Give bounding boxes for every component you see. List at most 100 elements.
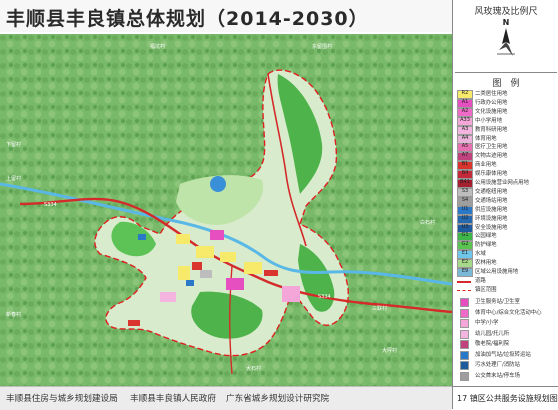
facility-symbol-icon xyxy=(460,308,469,318)
road-label-s334-east: S334 xyxy=(318,294,331,300)
legend-code: A2 xyxy=(461,107,469,114)
legend-label: 交通场站用地 xyxy=(475,197,508,204)
legend-code: U2 xyxy=(461,214,469,221)
legend-swatch: G2 xyxy=(457,241,473,251)
legend-label: 环境设施用地 xyxy=(475,215,508,222)
road-label-s334-west: S334 xyxy=(44,202,57,208)
legend-label: 文物古迹用地 xyxy=(475,153,508,160)
block-utility-2 xyxy=(138,234,146,240)
map-sheet: 丰顺县丰良镇总体规划（2014-2030） S334 S334 福坑村 东留围村… xyxy=(0,0,558,410)
legend-swatch xyxy=(457,280,471,283)
legend-label: 区域公用设施用地 xyxy=(475,269,519,275)
footer-bar: 丰顺县住房与城乡规划建设局 丰顺县丰良镇人民政府 广东省城乡规划设计研究院 xyxy=(0,386,452,410)
legend-swatch: B41 xyxy=(457,179,473,188)
block-utility-1 xyxy=(186,280,194,286)
legend-label: 安全设施用地 xyxy=(475,224,508,231)
legend-swatch: E2 xyxy=(457,259,473,269)
block-admin-2 xyxy=(226,278,244,290)
facility-legend-label: 中学/小学 xyxy=(475,320,499,326)
block-residential-3 xyxy=(220,252,236,262)
facility-legend-label: 公交首末站/停车场 xyxy=(475,372,520,379)
legend-swatch: G1 xyxy=(457,232,473,242)
sheet-caption-box: 17 镇区公共服务设施规划图 xyxy=(453,386,558,410)
legend-code: G1 xyxy=(461,232,469,239)
village-label-9: 三联村 xyxy=(372,305,387,312)
legend-label: 供应设施用地 xyxy=(475,206,508,213)
water-pond xyxy=(210,176,226,192)
block-education-2 xyxy=(160,292,176,302)
legend-panel: 风玫瑰及比例尺 N 图 例 R2 二类居住用地 A1 行政办公用地 A2 文化设施用地 A3… xyxy=(452,0,558,409)
legend-swatch: S4 xyxy=(457,196,473,206)
facility-symbol-icon xyxy=(460,298,469,307)
legend-label: 交通枢纽用地 xyxy=(475,188,508,195)
legend-code: B4 xyxy=(461,170,469,177)
footer-org-3: 广东省城乡规划设计研究院 xyxy=(226,394,330,404)
legend-swatch xyxy=(457,289,471,291)
legend-code: R2 xyxy=(461,90,469,96)
legend-code: E9 xyxy=(461,268,469,274)
legend-code: A33 xyxy=(460,116,470,123)
planning-map[interactable]: S334 S334 福坑村 东留围村 下留村 上留村 新春村 大坪村 白石村 大… xyxy=(0,34,452,386)
village-label-5: 新春村 xyxy=(6,311,21,318)
block-commercial-1 xyxy=(192,262,202,270)
legend-label: 文化设施用地 xyxy=(475,108,508,115)
facility-legend-label: 加油加气站/垃圾转运站 xyxy=(475,351,531,358)
block-transport-1 xyxy=(200,270,212,278)
legend-swatch: R2 xyxy=(457,90,473,99)
north-arrow-icon: N xyxy=(497,18,515,56)
legend-swatch: S3 xyxy=(457,187,473,197)
legend-label: 公园绿地 xyxy=(475,233,497,240)
village-label-1: 福坑村 xyxy=(150,43,165,50)
facility-legend-label: 卫生服务站/卫生室 xyxy=(475,299,520,305)
north-letter: N xyxy=(503,18,510,27)
legend-label: 医疗卫生用地 xyxy=(475,144,508,151)
facility-symbol-icon xyxy=(460,319,469,328)
legend-swatch: A33 xyxy=(457,116,473,126)
legend-code: A1 xyxy=(461,98,469,105)
legend-label: 娱乐康体用地 xyxy=(475,171,508,178)
legend-label: 中小学用地 xyxy=(475,117,502,124)
legend-code: S3 xyxy=(461,187,469,194)
legend-code: G2 xyxy=(461,241,469,248)
facility-legend-label: 幼儿园/托儿所 xyxy=(475,330,510,337)
village-label-2: 东留围村 xyxy=(312,43,332,50)
legend-swatch: A3 xyxy=(457,125,473,135)
legend-label: 镇区范围 xyxy=(475,286,497,293)
page-title: 丰顺县丰良镇总体规划（2014-2030） xyxy=(6,8,369,30)
legend-code: A5 xyxy=(461,143,469,150)
legend-code: U1 xyxy=(461,205,469,212)
legend-swatch: E9 xyxy=(457,268,473,277)
legend-swatch: B1 xyxy=(457,161,473,171)
facility-legend-label: 污水处理厂/消防站 xyxy=(475,362,520,368)
legend-swatch: A7 xyxy=(457,152,473,162)
legend-swatch: U3 xyxy=(457,223,473,233)
legend-swatch: U2 xyxy=(457,214,473,224)
facility-symbol-icon xyxy=(460,350,469,360)
facility-legend-label: 敬老院/福利院 xyxy=(475,341,510,347)
village-label-3: 下留村 xyxy=(6,141,21,148)
legend-code: A4 xyxy=(461,134,469,141)
legend-code: E2 xyxy=(461,259,469,266)
legend-label: 水域 xyxy=(475,251,486,258)
legend-label: 防护绿地 xyxy=(475,242,497,249)
legend-swatch: A2 xyxy=(457,107,473,117)
legend-label: 公用设施营业网点用地 xyxy=(475,180,529,186)
legend-swatch: A1 xyxy=(457,98,473,108)
footer-org-1: 丰顺县住房与城乡规划建设局 xyxy=(6,394,118,404)
legend-code: E1 xyxy=(461,250,469,257)
block-residential-1 xyxy=(176,234,190,244)
title-bar: 丰顺县丰良镇总体规划（2014-2030） xyxy=(0,0,452,32)
village-label-6: 大坪村 xyxy=(382,347,397,354)
legend-swatch: B4 xyxy=(457,170,473,180)
facility-symbol-icon xyxy=(460,361,469,370)
block-education-1 xyxy=(282,286,300,302)
legend-swatch: A4 xyxy=(457,134,473,144)
village-label-7: 白石村 xyxy=(420,219,435,226)
legend-code: A3 xyxy=(461,125,469,132)
block-residential-2 xyxy=(196,246,214,258)
block-admin-1 xyxy=(210,230,224,240)
block-residential-5 xyxy=(244,262,262,274)
legend-code: B1 xyxy=(461,161,469,168)
block-commercial-2 xyxy=(264,270,278,276)
legend-swatch: U1 xyxy=(457,205,473,215)
